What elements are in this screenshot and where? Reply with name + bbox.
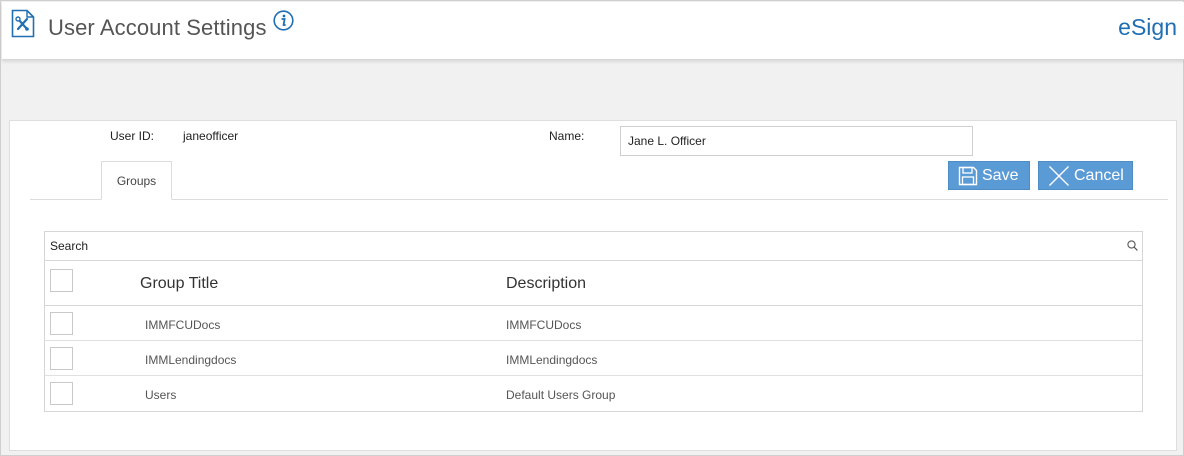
- tab-groups[interactable]: Groups: [101, 161, 172, 200]
- name-label: Name:: [549, 129, 585, 143]
- save-button[interactable]: Save: [948, 161, 1030, 190]
- user-id-label: User ID:: [110, 129, 155, 143]
- save-button-label: Save: [982, 166, 1019, 184]
- cancel-button-label: Cancel: [1074, 166, 1124, 184]
- table-row[interactable]: IMMFCUDocs IMMFCUDocs: [45, 306, 1142, 341]
- app-window: User Account Settings eSign User ID: jan…: [0, 0, 1184, 456]
- settings-tools-icon: [11, 9, 35, 38]
- save-icon: [958, 166, 978, 185]
- search-icon[interactable]: [1127, 240, 1138, 251]
- table-header-row: Group Title Description: [45, 261, 1142, 306]
- groups-grid: Group Title Description IMMFCUDocs IMMFC…: [44, 231, 1143, 412]
- page-header: User Account Settings eSign: [2, 2, 1184, 60]
- table-row[interactable]: IMMLendingdocs IMMLendingdocs: [45, 341, 1142, 376]
- settings-panel: User ID: janeofficer Name: Groups Save C…: [9, 120, 1177, 451]
- column-header-description[interactable]: Description: [506, 275, 586, 293]
- info-icon[interactable]: [273, 10, 294, 31]
- brand-logo-text[interactable]: eSign: [1118, 14, 1177, 41]
- row-checkbox[interactable]: [50, 312, 73, 335]
- tab-divider: [30, 199, 1168, 200]
- description-cell: IMMLendingdocs: [506, 353, 598, 367]
- row-checkbox[interactable]: [50, 347, 73, 370]
- select-all-checkbox[interactable]: [50, 269, 73, 292]
- description-cell: Default Users Group: [506, 388, 616, 402]
- page-title: User Account Settings: [48, 15, 267, 40]
- row-checkbox[interactable]: [50, 382, 73, 405]
- column-header-group-title[interactable]: Group Title: [140, 275, 218, 293]
- group-title-cell: Users: [145, 388, 177, 402]
- description-cell: IMMFCUDocs: [506, 318, 582, 332]
- user-id-value: janeofficer: [183, 129, 239, 143]
- cancel-button[interactable]: Cancel: [1038, 161, 1133, 190]
- search-input[interactable]: [45, 232, 1142, 261]
- close-icon: [1049, 165, 1069, 186]
- group-title-cell: IMMFCUDocs: [145, 318, 221, 332]
- table-row[interactable]: Users Default Users Group: [45, 376, 1142, 411]
- name-field[interactable]: [620, 126, 973, 156]
- group-title-cell: IMMLendingdocs: [145, 353, 237, 367]
